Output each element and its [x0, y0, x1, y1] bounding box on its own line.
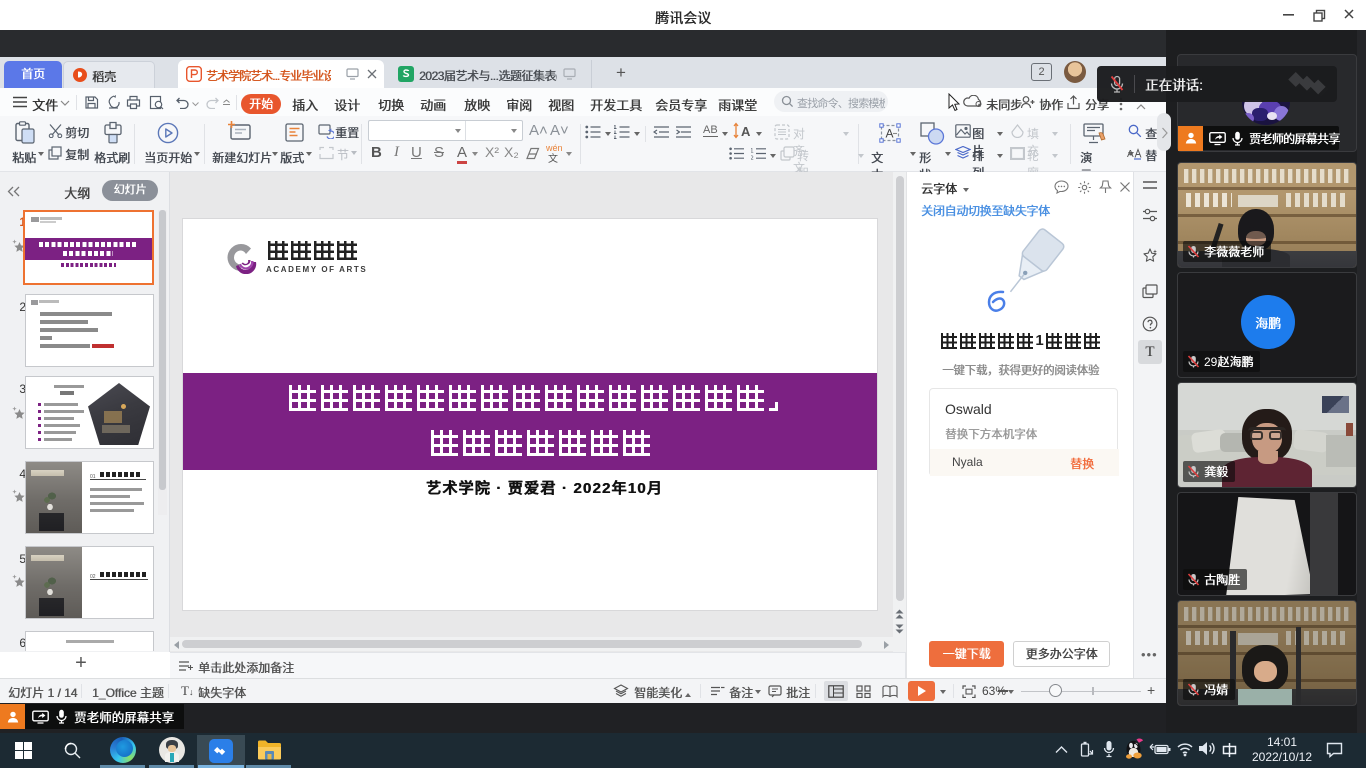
svg-text:2: 2	[751, 155, 754, 160]
svg-text:A: A	[741, 124, 751, 139]
svg-text:1: 1	[751, 148, 754, 155]
svg-text:A: A	[1127, 149, 1134, 160]
svg-text:A: A	[886, 127, 894, 141]
